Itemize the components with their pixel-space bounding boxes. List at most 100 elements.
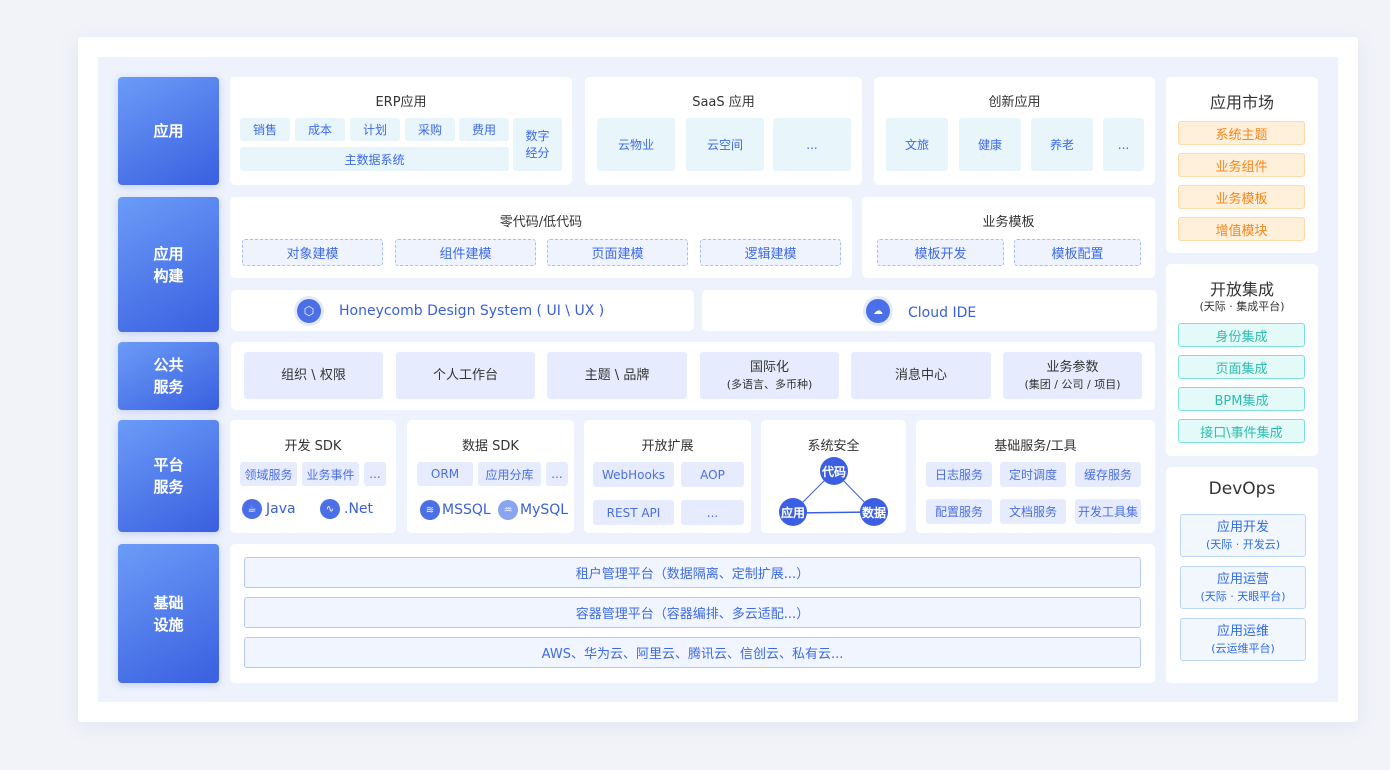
data-sdk-card: 数据 SDK ORM 应用分库 ... ≋ MSSQL ♒ MySQL	[407, 420, 574, 533]
integration-item[interactable]: 接口\事件集成	[1178, 419, 1305, 443]
saas-title: SaaS 应用	[692, 95, 755, 110]
lowcode-item[interactable]: 对象建模	[242, 239, 383, 266]
service-label: 个人工作台	[432, 368, 498, 383]
open-extension-card: 开放扩展 WebHooks AOP REST API ...	[584, 420, 751, 533]
erp-item[interactable]: 计划	[350, 118, 400, 141]
layer-label-public: 公共 服务	[118, 342, 219, 410]
data-sdk-item[interactable]: ...	[546, 462, 568, 486]
mysql-tech: ♒ MySQL	[498, 500, 568, 520]
basic-service-item[interactable]: 开发工具集	[1075, 499, 1141, 524]
data-sdk-item[interactable]: 应用分库	[478, 462, 541, 486]
mssql-label: MSSQL	[442, 502, 491, 518]
data-sdk-title: 数据 SDK	[462, 439, 519, 454]
basic-service-item[interactable]: 缓存服务	[1075, 462, 1141, 487]
basic-service-item[interactable]: 文档服务	[1000, 499, 1066, 524]
public-service-item[interactable]: 业务参数 (集团 / 公司 / 项目)	[1003, 352, 1142, 399]
cloud-ide-bar[interactable]: ☁ Cloud IDE	[702, 290, 1157, 331]
erp-master-data[interactable]: 主数据系统	[240, 147, 509, 171]
innovation-item[interactable]: 文旅	[886, 118, 948, 171]
template-item[interactable]: 模板配置	[1014, 239, 1141, 266]
dev-sdk-item[interactable]: 领域服务	[240, 462, 297, 486]
devops-item-sub: (天际 · 天眼平台)	[1200, 589, 1286, 603]
market-card: 应用市场 系统主题 业务组件 业务模板 增值模块	[1166, 77, 1318, 253]
lowcode-item[interactable]: 组件建模	[395, 239, 536, 266]
devops-item[interactable]: 应用运维 (云运维平台)	[1180, 618, 1306, 661]
honeycomb-icon: ⬡	[297, 299, 321, 323]
basic-service-item[interactable]: 配置服务	[926, 499, 992, 524]
integration-card: 开放集成 (天际 · 集成平台) 身份集成 页面集成 BPM集成 接口\事件集成	[1166, 264, 1318, 456]
data-sdk-item[interactable]: ORM	[417, 462, 473, 486]
infra-item[interactable]: 租户管理平台（数据隔离、定制扩展...）	[244, 557, 1141, 588]
cloud-ide-label: Cloud IDE	[908, 305, 977, 321]
innovation-item[interactable]: 养老	[1031, 118, 1093, 171]
erp-card: ERP应用 销售 成本 计划 采购 费用 主数据系统 数字 经分	[230, 77, 572, 185]
integration-item[interactable]: 身份集成	[1178, 323, 1305, 347]
service-label: 消息中心	[894, 368, 947, 383]
saas-item[interactable]: 云空间	[686, 118, 764, 171]
erp-title: ERP应用	[375, 95, 427, 110]
dotnet-tech: ∿ .Net	[320, 499, 373, 519]
basic-service-item[interactable]: 定时调度	[1000, 462, 1066, 487]
extension-item[interactable]: REST API	[593, 500, 674, 525]
lowcode-item[interactable]: 页面建模	[547, 239, 688, 266]
market-item[interactable]: 业务组件	[1178, 153, 1305, 177]
erp-item[interactable]: 销售	[240, 118, 290, 141]
template-card: 业务模板 模板开发 模板配置	[862, 197, 1155, 278]
devops-title: DevOps	[1208, 479, 1276, 499]
dev-sdk-item[interactable]: ...	[364, 462, 386, 486]
innovation-title: 创新应用	[988, 95, 1041, 110]
basic-service-item[interactable]: 日志服务	[926, 462, 992, 487]
erp-item[interactable]: 成本	[295, 118, 345, 141]
saas-item[interactable]: ...	[773, 118, 851, 171]
extension-item[interactable]: WebHooks	[593, 462, 674, 487]
java-tech: ☕ Java	[242, 499, 296, 519]
public-service-item[interactable]: 组织 \ 权限	[244, 352, 383, 399]
saas-item[interactable]: 云物业	[597, 118, 675, 171]
lowcode-title: 零代码/低代码	[499, 215, 583, 230]
devops-item-label: 应用运营	[1216, 571, 1269, 587]
security-card: 系统安全 代码 应用 数据	[761, 420, 906, 533]
public-service-item[interactable]: 国际化 (多语言、多币种)	[700, 352, 839, 399]
innovation-item[interactable]: ...	[1103, 118, 1144, 171]
erp-item[interactable]: 费用	[459, 118, 509, 141]
infra-item[interactable]: AWS、华为云、阿里云、腾讯云、信创云、私有云...	[244, 637, 1141, 668]
dev-sdk-item[interactable]: 业务事件	[302, 462, 359, 486]
market-title: 应用市场	[1209, 93, 1274, 112]
market-item[interactable]: 增值模块	[1178, 217, 1305, 241]
integration-item[interactable]: 页面集成	[1178, 355, 1305, 379]
honeycomb-bar[interactable]: ⬡ Honeycomb Design System ( UI \ UX )	[231, 290, 694, 331]
extension-item[interactable]: ...	[681, 500, 744, 525]
market-item[interactable]: 业务模板	[1178, 185, 1305, 209]
layer-label-app: 应用	[118, 77, 219, 185]
service-sub: (集团 / 公司 / 项目)	[1024, 377, 1121, 391]
service-label: 业务参数	[1046, 359, 1099, 375]
public-service-item[interactable]: 主题 \ 品牌	[547, 352, 687, 399]
service-label: 国际化	[749, 359, 789, 375]
devops-item[interactable]: 应用开发 (天际 · 开发云)	[1180, 514, 1306, 557]
service-label: 组织 \ 权限	[281, 368, 346, 383]
template-item[interactable]: 模板开发	[877, 239, 1004, 266]
erp-analytics[interactable]: 数字 经分	[513, 118, 562, 171]
template-title: 业务模板	[982, 215, 1035, 230]
saas-card: SaaS 应用 云物业 云空间 ...	[585, 77, 862, 185]
public-services-card: 组织 \ 权限 个人工作台 主题 \ 品牌 国际化 (多语言、多币种) 消息中心 …	[231, 342, 1155, 410]
dev-sdk-title: 开发 SDK	[284, 439, 342, 454]
devops-item-sub: (天际 · 开发云)	[1205, 537, 1281, 551]
devops-item[interactable]: 应用运营 (天际 · 天眼平台)	[1180, 566, 1306, 609]
open-extension-title: 开放扩展	[641, 439, 694, 454]
cloud-code-icon: ☁	[866, 299, 890, 323]
public-service-item[interactable]: 个人工作台	[396, 352, 535, 399]
infra-item[interactable]: 容器管理平台（容器编排、多云适配...）	[244, 597, 1141, 628]
erp-item[interactable]: 采购	[405, 118, 455, 141]
dotnet-label: .Net	[344, 501, 374, 517]
market-item[interactable]: 系统主题	[1178, 121, 1305, 145]
lowcode-item[interactable]: 逻辑建模	[700, 239, 841, 266]
public-service-item[interactable]: 消息中心	[851, 352, 991, 399]
innovation-item[interactable]: 健康	[959, 118, 1021, 171]
devops-item-label: 应用开发	[1216, 519, 1269, 535]
integration-item[interactable]: BPM集成	[1178, 387, 1305, 411]
java-icon: ☕	[242, 499, 262, 519]
security-node-app: 应用	[779, 498, 807, 526]
extension-item[interactable]: AOP	[681, 462, 744, 487]
basic-services-card: 基础服务/工具 日志服务 定时调度 缓存服务 配置服务 文档服务 开发工具集	[916, 420, 1155, 533]
